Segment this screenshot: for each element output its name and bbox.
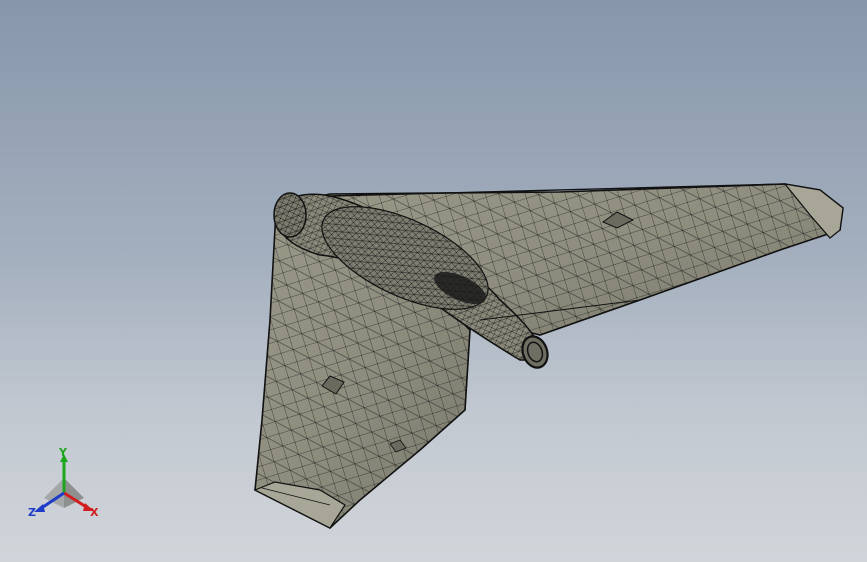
drone-model[interactable]: [0, 0, 867, 562]
x-axis-label: X: [90, 506, 99, 519]
y-axis-label: Y: [58, 446, 68, 459]
z-axis-label: Z: [28, 506, 36, 519]
graphics-viewport[interactable]: Y X Z: [0, 0, 867, 562]
axis-triad: Y X Z: [28, 446, 99, 519]
